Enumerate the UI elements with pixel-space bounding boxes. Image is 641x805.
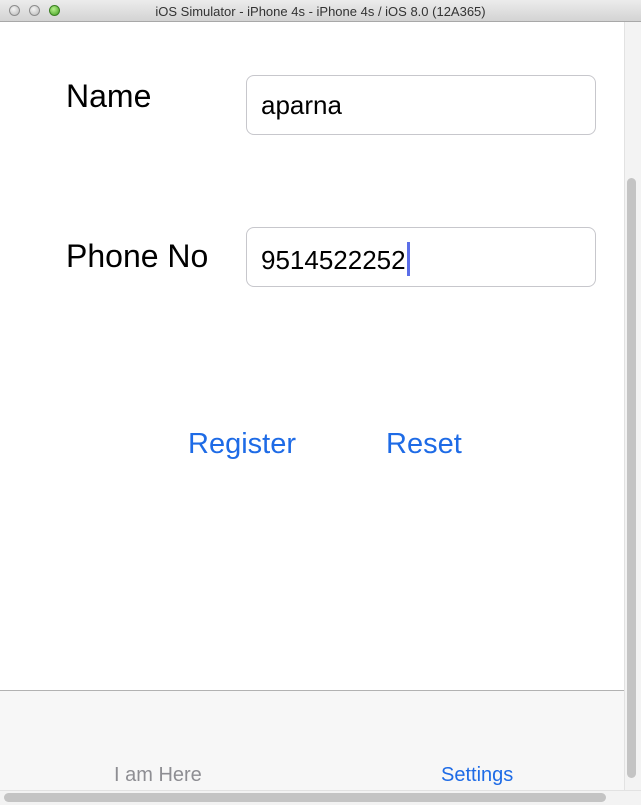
register-button[interactable]: Register <box>188 428 296 461</box>
phone-field-value: 9514522252 <box>261 245 406 275</box>
name-field[interactable]: aparna <box>246 75 596 135</box>
text-caret <box>406 242 410 276</box>
vertical-scroll-thumb[interactable] <box>627 178 636 778</box>
phone-field[interactable]: 9514522252 <box>246 227 596 287</box>
name-label: Name <box>66 78 152 114</box>
window-title: iOS Simulator - iPhone 4s - iPhone 4s / … <box>155 4 486 19</box>
phone-field-value-wrap: 9514522252 <box>261 242 410 276</box>
name-field-value: aparna <box>261 90 342 120</box>
tab-bar <box>0 690 624 790</box>
tab-settings[interactable]: Settings <box>441 764 513 787</box>
window-titlebar: iOS Simulator - iPhone 4s - iPhone 4s / … <box>0 0 641 22</box>
phone-label: Phone No <box>66 238 209 274</box>
tab-i-am-here[interactable]: I am Here <box>114 764 202 787</box>
reset-button[interactable]: Reset <box>386 428 462 461</box>
horizontal-scroll-thumb[interactable] <box>4 793 606 802</box>
